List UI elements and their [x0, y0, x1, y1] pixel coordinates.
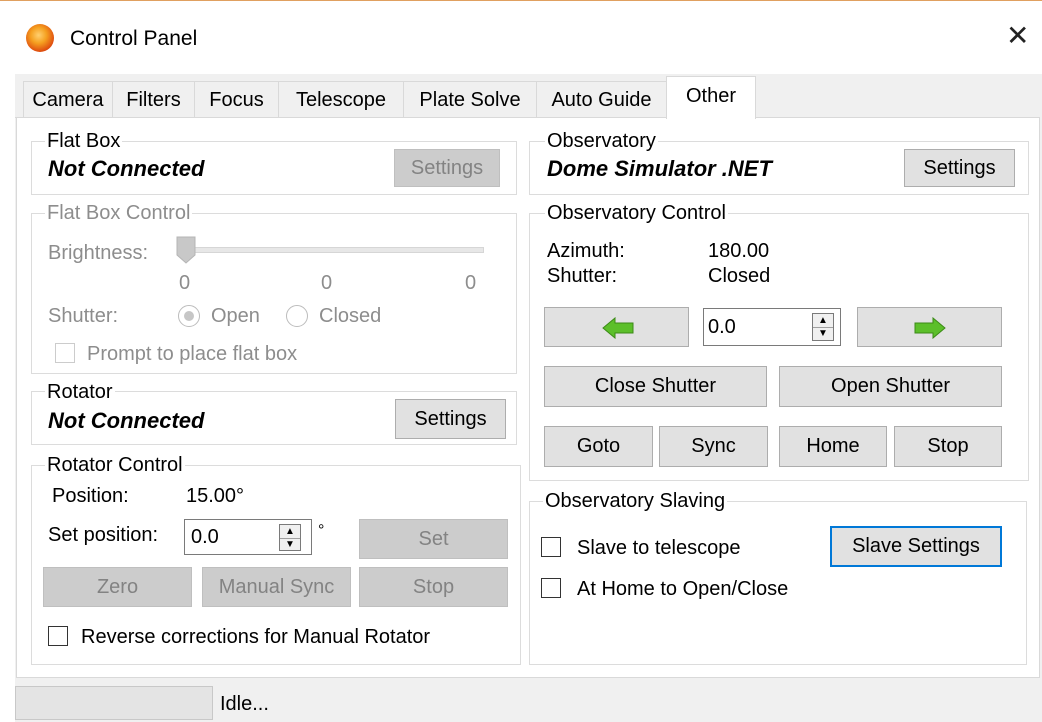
- sync-button[interactable]: Sync: [659, 426, 768, 467]
- set-button[interactable]: Set: [359, 519, 508, 559]
- close-shutter-button[interactable]: Close Shutter: [544, 366, 767, 407]
- step-value: 0.0: [708, 316, 736, 338]
- at-home-open-close-label: At Home to Open/Close: [577, 578, 789, 600]
- status-text: Idle...: [220, 693, 269, 715]
- close-icon[interactable]: ✕: [1006, 22, 1029, 50]
- arrow-right-icon: [914, 317, 946, 339]
- tab-auto-guide[interactable]: Auto Guide: [536, 81, 667, 117]
- tab-telescope[interactable]: Telescope: [278, 81, 404, 117]
- set-position-spinner[interactable]: ▲ ▼: [279, 524, 301, 551]
- observatory-control-legend: Observatory Control: [545, 202, 728, 224]
- position-label: Position:: [52, 485, 129, 507]
- zero-button[interactable]: Zero: [43, 567, 192, 607]
- spin-up-icon[interactable]: ▲: [813, 314, 833, 328]
- slave-settings-button[interactable]: Slave Settings: [830, 526, 1002, 567]
- tab-filters[interactable]: Filters: [112, 81, 195, 117]
- observatory-settings-button[interactable]: Settings: [904, 149, 1015, 187]
- at-home-open-close-checkbox[interactable]: [541, 578, 561, 598]
- set-position-input[interactable]: 0.0 ▲ ▼: [184, 519, 312, 555]
- rotator-settings-button[interactable]: Settings: [395, 399, 506, 439]
- rotator-legend: Rotator: [45, 381, 115, 403]
- prompt-flat-box-checkbox[interactable]: [55, 343, 75, 363]
- goto-button[interactable]: Goto: [544, 426, 653, 467]
- slave-to-telescope-label: Slave to telescope: [577, 537, 741, 559]
- azimuth-label: Azimuth:: [547, 240, 625, 262]
- slider-min-label: 0: [179, 272, 191, 294]
- window-title: Control Panel: [70, 27, 198, 50]
- brightness-label: Brightness:: [48, 242, 149, 264]
- slave-to-telescope-checkbox[interactable]: [541, 537, 561, 557]
- home-button[interactable]: Home: [779, 426, 887, 467]
- slider-value-label: 0: [321, 272, 333, 294]
- open-shutter-button[interactable]: Open Shutter: [779, 366, 1002, 407]
- tab-plate-solve[interactable]: Plate Solve: [403, 81, 537, 117]
- reverse-corrections-label: Reverse corrections for Manual Rotator: [81, 626, 431, 648]
- open-radio-label: Open: [211, 305, 260, 327]
- rotator-control-legend: Rotator Control: [45, 454, 185, 476]
- closed-radio-label: Closed: [319, 305, 382, 327]
- degree-unit: °: [318, 522, 325, 539]
- slider-max-label: 0: [465, 272, 477, 294]
- prompt-flat-box-label: Prompt to place flat box: [87, 343, 298, 365]
- obs-shutter-value: Closed: [708, 265, 771, 287]
- rotate-left-button[interactable]: [544, 307, 689, 347]
- rotator-stop-button[interactable]: Stop: [359, 567, 508, 607]
- flat-box-status: Not Connected: [48, 156, 205, 181]
- brightness-slider-track[interactable]: [184, 247, 484, 253]
- step-input[interactable]: 0.0 ▲ ▼: [703, 308, 841, 346]
- status-progress-panel: [15, 686, 213, 720]
- spin-down-icon[interactable]: ▼: [813, 327, 833, 340]
- observatory-name: Dome Simulator .NET: [547, 156, 772, 181]
- closed-radio[interactable]: [286, 305, 308, 327]
- flat-shutter-label: Shutter:: [48, 305, 119, 327]
- manual-sync-button[interactable]: Manual Sync: [202, 567, 351, 607]
- set-position-label: Set position:: [48, 524, 159, 546]
- set-position-value: 0.0: [191, 526, 219, 548]
- open-radio[interactable]: [178, 305, 200, 327]
- tab-camera[interactable]: Camera: [23, 81, 113, 117]
- position-value: 15.00°: [186, 485, 245, 507]
- flat-box-legend: Flat Box: [45, 130, 123, 152]
- brightness-slider-thumb[interactable]: [176, 236, 196, 264]
- observatory-slaving-legend: Observatory Slaving: [543, 490, 728, 512]
- reverse-corrections-checkbox[interactable]: [48, 626, 68, 646]
- rotator-status: Not Connected: [48, 408, 205, 433]
- rotate-right-button[interactable]: [857, 307, 1002, 347]
- spin-down-icon[interactable]: ▼: [280, 538, 300, 551]
- arrow-left-icon: [602, 317, 634, 339]
- flat-box-settings-button[interactable]: Settings: [394, 149, 500, 187]
- tab-focus[interactable]: Focus: [194, 81, 279, 117]
- flat-box-control-legend: Flat Box Control: [45, 202, 193, 224]
- tab-other[interactable]: Other: [666, 76, 756, 119]
- app-icon: [26, 24, 54, 52]
- observatory-stop-button[interactable]: Stop: [894, 426, 1002, 467]
- observatory-legend: Observatory: [545, 130, 658, 152]
- obs-shutter-label: Shutter:: [547, 265, 618, 287]
- spin-up-icon[interactable]: ▲: [280, 525, 300, 539]
- step-spinner[interactable]: ▲ ▼: [812, 313, 834, 341]
- azimuth-value: 180.00: [708, 240, 770, 262]
